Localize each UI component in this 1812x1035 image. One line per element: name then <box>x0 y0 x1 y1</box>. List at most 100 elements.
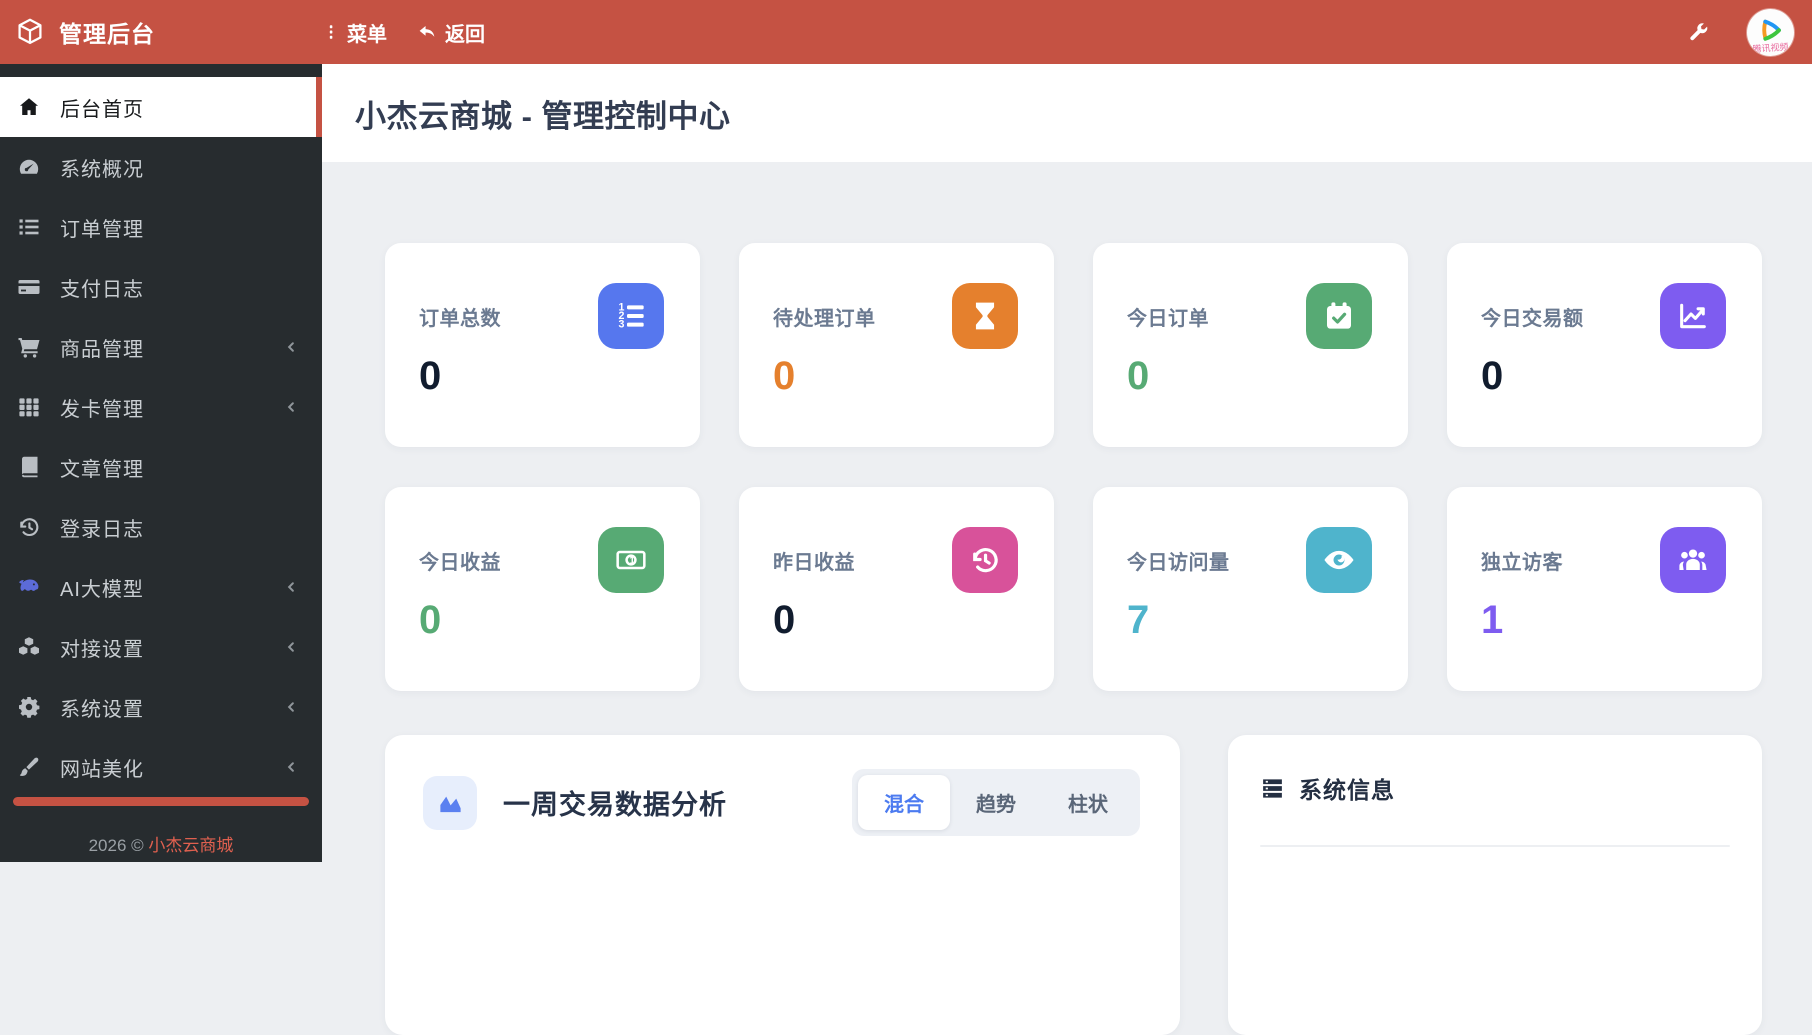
sidebar-item-label: 网站美化 <box>60 758 144 781</box>
stat-card-today-volume: 今日交易额 0 <box>1447 243 1762 447</box>
stat-card-unique-visitors: 独立访客 1 <box>1447 487 1762 691</box>
stat-label: 今日收益 <box>419 551 501 574</box>
chevron-left-icon <box>282 398 300 416</box>
chart-line-icon <box>1660 283 1726 349</box>
page-title: 小杰云商城 - 管理控制中心 <box>355 98 731 134</box>
stat-value: 0 <box>419 354 442 398</box>
cubes-icon <box>16 635 42 659</box>
topbar-right: 腾讯视频 <box>1687 8 1812 56</box>
stat-card-today-earnings: 今日收益 1 0 <box>385 487 700 691</box>
stat-card-today-visits: 今日访问量 7 <box>1093 487 1408 691</box>
sidebar-item-orders[interactable]: 订单管理 <box>0 197 322 257</box>
weekly-chart-panel: 一周交易数据分析 混合 趋势 柱状 <box>385 735 1180 1035</box>
chevron-left-icon <box>282 638 300 656</box>
sidebar-item-label: 订单管理 <box>60 218 144 241</box>
back-label: 返回 <box>445 23 485 46</box>
sidebar-item-card-issuing[interactable]: 发卡管理 <box>0 377 322 437</box>
sidebar-item-login-logs[interactable]: 登录日志 <box>0 497 322 557</box>
svg-text:1: 1 <box>629 555 635 566</box>
stat-value: 0 <box>773 598 796 642</box>
chart-mode-switcher: 混合 趋势 柱状 <box>852 769 1140 836</box>
brush-icon <box>16 755 42 779</box>
chevron-left-icon <box>282 578 300 596</box>
sidebar-footer: 2026 © 小杰云商城 <box>0 831 322 856</box>
stat-value: 0 <box>1127 354 1150 398</box>
stat-label: 昨日收益 <box>773 551 855 574</box>
footer-year: 2026 © <box>88 836 144 855</box>
sidebar-item-label: 登录日志 <box>60 518 144 541</box>
stat-value: 0 <box>419 598 442 642</box>
sidebar-item-system-settings[interactable]: 系统设置 <box>0 677 322 737</box>
ellipsis-vertical-icon <box>322 22 340 42</box>
page-header: 小杰云商城 - 管理控制中心 <box>322 64 1812 162</box>
sidebar-item-label: 发卡管理 <box>60 398 144 421</box>
brand[interactable]: 管理后台 <box>0 15 322 49</box>
stat-value: 0 <box>773 354 796 398</box>
sidebar-item-label: 文章管理 <box>60 458 144 481</box>
sidebar-item-label: 后台首页 <box>60 98 144 121</box>
server-icon <box>1260 776 1285 801</box>
home-icon <box>16 95 42 119</box>
sidebar-item-label: 系统设置 <box>60 698 144 721</box>
sidebar-item-products[interactable]: 商品管理 <box>0 317 322 377</box>
sidebar-item-site-beautify[interactable]: 网站美化 <box>0 737 322 797</box>
history-icon <box>952 527 1018 593</box>
sidebar-item-label: 系统概况 <box>60 158 144 181</box>
stat-cards: 订单总数 123 0 待处理订单 0 今日订单 0 今日交易额 0 今日收益 1… <box>385 243 1762 691</box>
stat-label: 今日访问量 <box>1127 551 1230 574</box>
system-info-panel: 系统信息 <box>1228 735 1762 1035</box>
tab-mixed[interactable]: 混合 <box>858 775 950 830</box>
sidebar: 后台首页 系统概况 订单管理 支付日志 商品管理 发卡管理 文章管理 登录日志 … <box>0 64 322 862</box>
stat-label: 独立访客 <box>1481 551 1563 574</box>
history-icon <box>16 515 42 539</box>
menu-toggle-button[interactable]: 菜单 <box>322 18 387 47</box>
sidebar-scrollbar-thumb[interactable] <box>13 797 309 806</box>
stat-label: 今日订单 <box>1127 307 1209 330</box>
chart-panel-title: 一周交易数据分析 <box>503 790 727 820</box>
wrench-icon[interactable] <box>1687 21 1709 43</box>
tab-bars[interactable]: 柱状 <box>1042 775 1134 830</box>
chevron-left-icon <box>282 758 300 776</box>
menu-toggle-label: 菜单 <box>347 23 387 46</box>
area-chart-icon <box>423 775 477 830</box>
calendar-check-icon <box>1306 283 1372 349</box>
sidebar-nav: 后台首页 系统概况 订单管理 支付日志 商品管理 发卡管理 文章管理 登录日志 … <box>0 64 322 797</box>
sidebar-item-home[interactable]: 后台首页 <box>0 77 322 137</box>
brand-name: 管理后台 <box>59 21 155 47</box>
dashboard-icon <box>16 155 42 179</box>
stat-value: 7 <box>1127 598 1150 642</box>
main-area: 小杰云商城 - 管理控制中心 订单总数 123 0 待处理订单 0 今日订单 0… <box>322 64 1812 1035</box>
list-ol-icon: 123 <box>598 283 664 349</box>
svg-text:3: 3 <box>618 319 624 331</box>
user-avatar[interactable]: 腾讯视频 <box>1747 8 1794 56</box>
book-icon <box>16 455 42 479</box>
gear-icon <box>16 695 42 719</box>
footer-brand-link[interactable]: 小杰云商城 <box>148 836 233 855</box>
stat-card-total-orders: 订单总数 123 0 <box>385 243 700 447</box>
content: 订单总数 123 0 待处理订单 0 今日订单 0 今日交易额 0 今日收益 1… <box>322 162 1812 1035</box>
stat-label: 今日交易额 <box>1481 307 1584 330</box>
users-icon <box>1660 527 1726 593</box>
stat-value: 0 <box>1481 354 1504 398</box>
sidebar-item-payment-logs[interactable]: 支付日志 <box>0 257 322 317</box>
grid-icon <box>16 395 42 419</box>
avatar-watermark: 腾讯视频 <box>1752 41 1789 54</box>
tab-trend[interactable]: 趋势 <box>950 775 1042 830</box>
divider <box>1260 845 1730 847</box>
sidebar-item-system-overview[interactable]: 系统概况 <box>0 137 322 197</box>
eye-icon <box>1306 527 1372 593</box>
hourglass-icon <box>952 283 1018 349</box>
topbar: 管理后台 菜单 返回 腾讯视频 <box>0 0 1812 64</box>
sidebar-item-ai-models[interactable]: AI大模型 <box>0 557 322 617</box>
stat-label: 待处理订单 <box>773 307 876 330</box>
sidebar-item-label: 对接设置 <box>60 638 144 661</box>
stat-card-today-orders: 今日订单 0 <box>1093 243 1408 447</box>
undo-arrow-icon <box>417 22 438 43</box>
sidebar-item-articles[interactable]: 文章管理 <box>0 437 322 497</box>
system-panel-title: 系统信息 <box>1299 777 1395 803</box>
sidebar-item-label: AI大模型 <box>60 578 144 601</box>
sidebar-item-label: 支付日志 <box>60 278 144 301</box>
back-button[interactable]: 返回 <box>417 18 485 47</box>
chevron-left-icon <box>282 698 300 716</box>
sidebar-item-integrations[interactable]: 对接设置 <box>0 617 322 677</box>
